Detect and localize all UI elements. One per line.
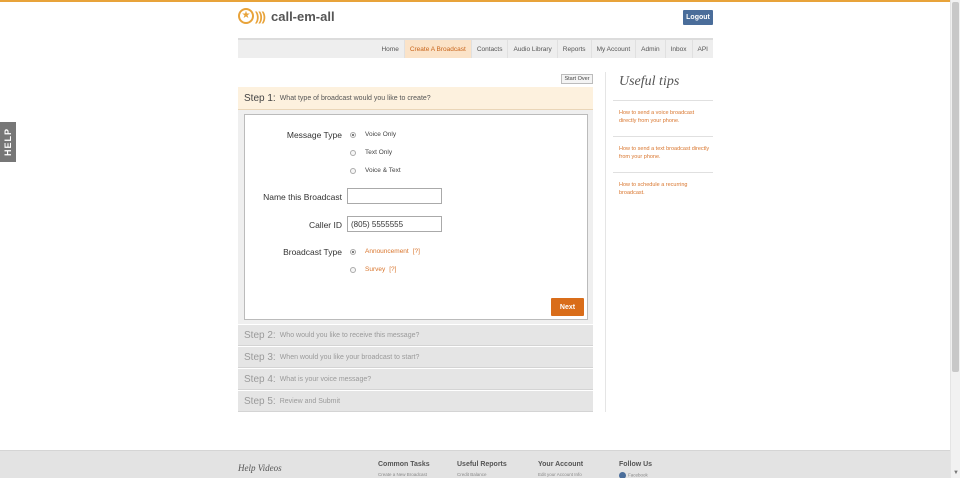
divider [613,172,713,173]
nav-audio-library[interactable]: Audio Library [507,40,556,58]
radio-survey[interactable]: Survey [?] [350,266,396,273]
nav-inbox[interactable]: Inbox [664,40,692,58]
footer-help-videos[interactable]: Help Videos [238,463,282,473]
survey-help-link[interactable]: [?] [389,266,396,273]
next-button[interactable]: Next [551,298,584,316]
footer-link[interactable]: Create a New Broadcast [378,472,430,477]
footer-follow-us: Follow Us Facebook [619,461,653,478]
footer-useful-reports: Useful Reports Credit Balance [457,461,507,477]
top-accent-line [0,0,950,2]
nav-api[interactable]: API [691,40,713,58]
nav-reports[interactable]: Reports [556,40,591,58]
scrollbar-thumb[interactable] [952,2,959,372]
radio-button[interactable] [350,167,356,174]
message-type-label: Message Type [286,130,342,140]
brand-logo[interactable]: ★ ))) call-em-all [238,8,335,24]
nav-admin[interactable]: Admin [635,40,664,58]
step-3-header[interactable]: Step 3: When would you like your broadca… [238,347,593,368]
useful-tips-title: Useful tips [619,74,680,89]
page-scrollbar[interactable]: ▼ [950,0,960,478]
sound-waves-icon: ))) [255,8,266,24]
logout-button[interactable]: Logout [683,10,713,25]
footer-common-tasks: Common Tasks Create a New Broadcast [378,461,430,477]
footer: Help Videos Common Tasks Create a New Br… [0,450,950,478]
radio-voice-and-text[interactable]: Voice & Text [350,167,401,174]
announcement-help-link[interactable]: [?] [413,248,420,255]
step-description: Who would you like to receive this messa… [279,331,420,339]
nav-create-broadcast[interactable]: Create A Broadcast [403,40,471,58]
step-number: Step 5: [244,395,276,407]
step-description: When would you like your broadcast to st… [279,353,420,361]
caller-id-input[interactable]: (805) 5555555 [347,216,442,232]
step-description: What type of broadcast would you like to… [279,94,431,102]
step-description: What is your voice message? [279,375,372,383]
radio-button[interactable] [350,266,356,273]
facebook-link[interactable]: Facebook [619,472,652,478]
footer-link[interactable]: Credit Balance [457,472,507,477]
step-5-header[interactable]: Step 5: Review and Submit [238,391,593,412]
start-over-button[interactable]: Start Over [561,74,593,84]
scroll-down-arrow-icon[interactable]: ▼ [953,470,959,476]
footer-link[interactable]: Edit your Account Info [538,472,583,477]
facebook-icon [619,472,626,478]
broadcast-name-input[interactable] [347,188,442,204]
broadcast-type-label: Broadcast Type [283,247,342,257]
tip-link-voice-broadcast[interactable]: How to send a voice broadcast directly f… [619,109,711,125]
sidebar-divider [605,72,606,412]
main-nav: Home Create A Broadcast Contacts Audio L… [238,38,713,58]
radio-button-checked[interactable] [350,131,356,138]
star-logo-icon: ★ [238,8,254,24]
footer-your-account: Your Account Edit your Account Info [538,461,584,477]
step-number: Step 4: [244,373,276,385]
step-number: Step 3: [244,351,276,363]
brand-name: call-em-all [271,8,335,24]
broadcast-name-label: Name this Broadcast [263,192,342,202]
step-4-header[interactable]: Step 4: What is your voice message? [238,369,593,390]
radio-voice-only[interactable]: Voice Only [350,131,396,138]
step-2-header[interactable]: Step 2: Who would you like to receive th… [238,325,593,346]
nav-home[interactable]: Home [376,40,403,58]
nav-my-account[interactable]: My Account [590,40,636,58]
radio-button-checked[interactable] [350,248,356,255]
divider [613,136,713,137]
help-tab[interactable]: HELP [0,122,16,162]
radio-text-only[interactable]: Text Only [350,149,392,156]
radio-announcement[interactable]: Announcement [?] [350,248,420,255]
caller-id-label: Caller ID [308,220,342,230]
step-description: Review and Submit [279,397,341,405]
step-number: Step 1: [244,92,276,104]
tip-link-recurring-broadcast[interactable]: How to schedule a recurring broadcast. [619,181,711,197]
nav-contacts[interactable]: Contacts [470,40,508,58]
radio-button[interactable] [350,149,356,156]
step-number: Step 2: [244,329,276,341]
step-1-header[interactable]: Step 1: What type of broadcast would you… [238,87,593,110]
tip-link-text-broadcast[interactable]: How to send a text broadcast directly fr… [619,145,711,161]
divider [613,100,713,101]
